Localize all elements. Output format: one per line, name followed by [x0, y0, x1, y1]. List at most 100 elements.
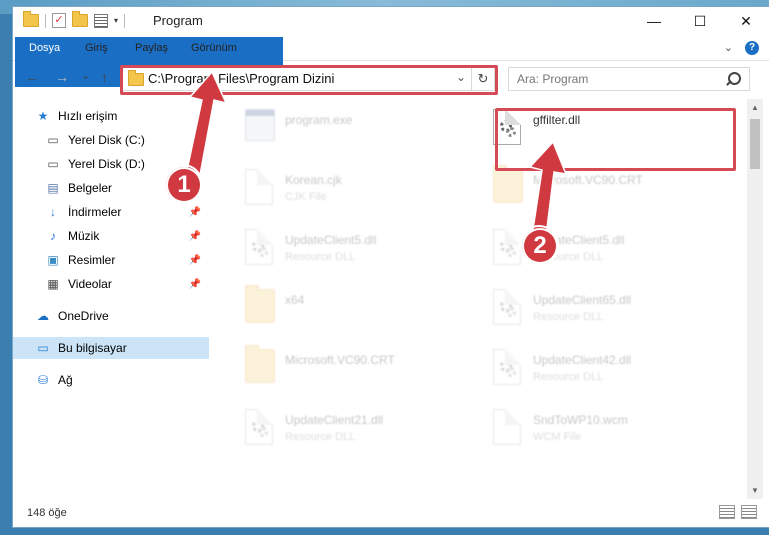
- properties-check-icon[interactable]: ✓: [52, 13, 66, 28]
- file-type: Resource DLL: [285, 251, 356, 263]
- download-icon: ↓: [50, 205, 56, 219]
- sidebar-item-network[interactable]: ⛁ Ağ: [13, 369, 209, 391]
- folder-icon: [245, 285, 275, 323]
- file-item-program-exe[interactable]: program.exe: [239, 105, 479, 155]
- callout-step-1: 1: [163, 164, 203, 204]
- recent-locations-chevron-icon[interactable]: ⌄: [81, 69, 90, 82]
- file-name: SndToWP10.wcm: [533, 413, 628, 427]
- search-icon[interactable]: [728, 72, 741, 85]
- document-icon: [493, 409, 521, 445]
- sidebar-item-local-disk-c[interactable]: ▭ Yerel Disk (C:): [13, 129, 209, 151]
- customize-toolbar-chevron-icon[interactable]: ▾: [114, 16, 118, 25]
- file-type: WCM File: [533, 431, 582, 443]
- sidebar-item-videos[interactable]: ▦ Videolar 📌: [13, 273, 209, 295]
- sidebar-item-music[interactable]: ♪ Müzik 📌: [13, 225, 209, 247]
- folder-icon: [245, 345, 275, 383]
- window-title: Program: [153, 13, 203, 28]
- tab-paylas[interactable]: Paylaş: [125, 37, 178, 59]
- file-item-updateclient65-dll[interactable]: UpdateClient65.dll Resource DLL: [487, 285, 727, 335]
- dll-icon: [493, 289, 521, 325]
- close-button[interactable]: ✕: [723, 7, 769, 35]
- title-bar: ✓ ▾ Program — ☐ ✕: [13, 7, 769, 35]
- new-folder-icon[interactable]: [72, 11, 88, 27]
- pin-icon[interactable]: 📌: [189, 207, 201, 218]
- sidebar-item-label: Bu bilgisayar: [58, 341, 127, 355]
- file-item-updateclient42-dll[interactable]: UpdateClient42.dll Resource DLL: [487, 345, 727, 395]
- divider: [124, 13, 126, 28]
- file-name: x64: [285, 293, 305, 307]
- scrollbar-thumb[interactable]: [750, 119, 760, 169]
- maximize-button[interactable]: ☐: [677, 7, 723, 35]
- divider: [45, 13, 46, 28]
- file-name: UpdateClient5.dll: [285, 233, 377, 247]
- file-type: Resource DLL: [285, 431, 356, 443]
- file-item-x64[interactable]: x64: [239, 285, 479, 335]
- sidebar-item-label: Yerel Disk (C:): [68, 133, 145, 147]
- file-name: Korean.cjk: [285, 173, 342, 187]
- ribbon-expand-chevron-down-icon[interactable]: ⌄: [724, 41, 733, 55]
- folder-icon: [23, 11, 39, 27]
- minimize-button[interactable]: —: [631, 7, 677, 35]
- file-item-korean-cjk[interactable]: Korean.cjk CJK File: [239, 165, 479, 215]
- tab-gorunum[interactable]: Görünüm: [181, 37, 247, 59]
- music-icon: ♪: [50, 229, 56, 243]
- large-icons-view-icon[interactable]: [741, 505, 757, 519]
- file-type: Resource DLL: [533, 371, 604, 383]
- sidebar-item-downloads[interactable]: ↓ İndirmeler 📌: [13, 201, 209, 223]
- explorer-window: ✓ ▾ Program — ☐ ✕ Dosya Giriş Paylaş Gör…: [13, 7, 769, 527]
- sidebar-item-pictures[interactable]: ▣ Resimler 📌: [13, 249, 209, 271]
- sidebar-item-quick-access[interactable]: ★ Hızlı erişim: [13, 105, 209, 127]
- sidebar-item-label: Resimler: [68, 253, 116, 267]
- sidebar-item-this-pc[interactable]: ▭ Bu bilgisayar: [13, 337, 209, 359]
- scroll-down-icon[interactable]: ▼: [751, 486, 759, 495]
- forward-button[interactable]: →: [55, 69, 69, 85]
- exe-icon: [245, 109, 275, 141]
- item-count: 148 öğe: [27, 507, 67, 519]
- navigation-bar: ← → ⌄ ↑ C:\Program Files\Program Dizini …: [13, 63, 769, 95]
- computer-icon: ▭: [37, 341, 49, 355]
- drive-icon: ▭: [47, 157, 59, 171]
- file-item-microsoft-vc90-crt[interactable]: Microsoft.VC90.CRT: [487, 165, 727, 215]
- dll-icon: [493, 349, 521, 385]
- file-item-updateclient21-dll[interactable]: UpdateClient21.dll Resource DLL: [239, 405, 479, 455]
- details-view-icon[interactable]: [719, 505, 735, 519]
- tab-giris[interactable]: Giriş: [75, 37, 118, 59]
- callout-step-2: 2: [519, 225, 559, 265]
- dll-icon: [493, 229, 521, 265]
- file-item-updateclient5-dll[interactable]: UpdateClient5.dll Resource DLL: [239, 225, 479, 275]
- address-highlight-box: [120, 65, 498, 95]
- sidebar-item-label: Ağ: [58, 373, 73, 387]
- up-button[interactable]: ↑: [101, 69, 108, 85]
- sidebar-item-label: Yerel Disk (D:): [68, 157, 145, 171]
- file-highlight-box: [495, 108, 736, 171]
- drive-icon: ▭: [47, 133, 59, 147]
- documents-icon: ▤: [47, 181, 59, 195]
- pin-icon[interactable]: 📌: [189, 231, 201, 242]
- vertical-scrollbar[interactable]: ▲ ▼: [747, 99, 763, 499]
- status-bar: 148 öğe: [13, 497, 769, 527]
- file-item-sndtowp10-wcm[interactable]: SndToWP10.wcm WCM File: [487, 405, 727, 455]
- scroll-up-icon[interactable]: ▲: [751, 103, 759, 112]
- network-icon: ⛁: [37, 373, 49, 387]
- back-button[interactable]: ←: [25, 69, 39, 85]
- dll-icon: [245, 409, 273, 445]
- folder-icon: [493, 165, 523, 203]
- search-input[interactable]: Ara: Program: [508, 67, 750, 91]
- sidebar-item-label: Müzik: [68, 229, 100, 243]
- file-name: Microsoft.VC90.CRT: [285, 353, 395, 367]
- pin-icon[interactable]: 📌: [189, 279, 201, 290]
- sidebar-item-label: OneDrive: [58, 309, 109, 323]
- pin-icon[interactable]: 📌: [189, 255, 201, 266]
- file-type: CJK File: [285, 191, 327, 203]
- video-icon: ▦: [47, 277, 59, 291]
- file-name: UpdateClient65.dll: [533, 293, 632, 307]
- file-name: Microsoft.VC90.CRT: [533, 173, 643, 187]
- file-item-microsoft-vc90-crt[interactable]: Microsoft.VC90.CRT: [239, 345, 479, 395]
- navigation-pane: ★ Hızlı erişim ▭ Yerel Disk (C:) ▭ Yerel…: [13, 99, 209, 489]
- sidebar-item-onedrive[interactable]: ☁ OneDrive: [13, 305, 209, 327]
- pictures-icon: ▣: [47, 253, 59, 267]
- document-icon: [245, 169, 273, 205]
- quick-access-toolbar: ✓ ▾: [23, 11, 126, 28]
- help-icon[interactable]: ?: [745, 41, 759, 55]
- properties-icon[interactable]: [94, 13, 108, 28]
